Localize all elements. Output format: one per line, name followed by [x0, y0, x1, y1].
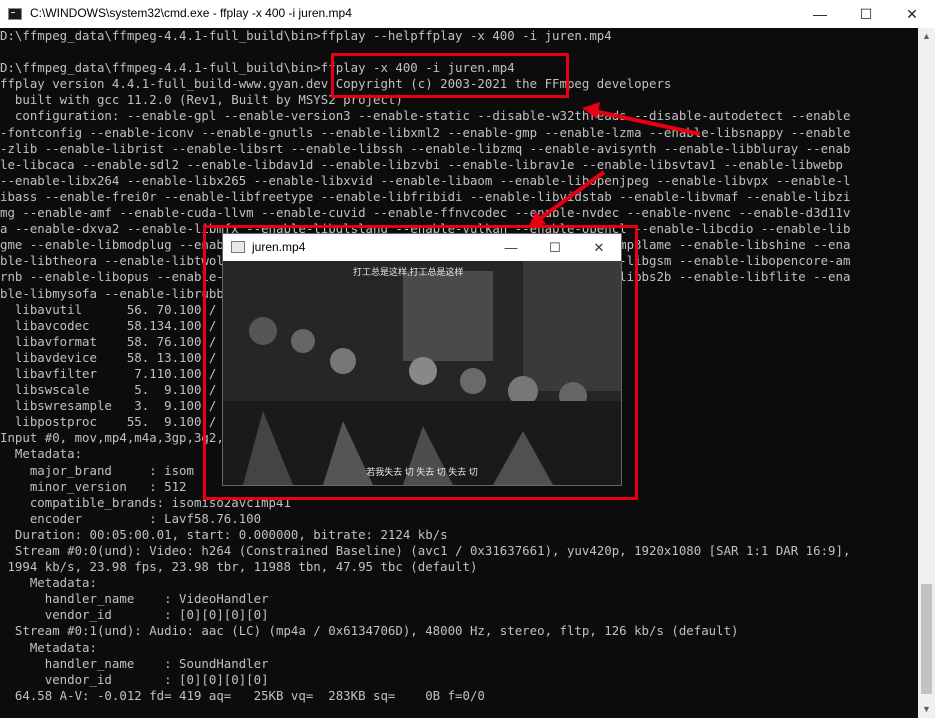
console-line: Metadata:	[0, 575, 97, 591]
title-bar: C:\WINDOWS\system32\cmd.exe - ffplay -x …	[0, 0, 935, 28]
scroll-down-arrow-icon[interactable]: ▼	[918, 701, 935, 718]
console-line: 1994 kb/s, 23.98 fps, 23.98 tbr, 11988 t…	[0, 559, 478, 575]
console-line: le-libcaca --enable-sdl2 --enable-libdav…	[0, 156, 843, 172]
cmd-icon	[8, 8, 22, 20]
scroll-up-arrow-icon[interactable]: ▲	[918, 28, 935, 45]
console-line: Stream #0:1(und): Audio: aac (LC) (mp4a …	[0, 623, 739, 639]
vertical-scrollbar[interactable]: ▲ ▼	[918, 28, 935, 718]
ffplay-window-highlight-box	[203, 225, 638, 500]
console-line: Metadata:	[0, 639, 97, 655]
console-line: handler_name : VideoHandler	[0, 591, 269, 607]
close-button[interactable]: ✕	[889, 0, 935, 28]
console-line: ibass --enable-frei0r --enable-libfreety…	[0, 188, 851, 204]
window-title: C:\WINDOWS\system32\cmd.exe - ffplay -x …	[30, 6, 352, 20]
minimize-button[interactable]: —	[797, 0, 843, 28]
console-line: handler_name : SoundHandler	[0, 655, 269, 671]
command-highlight-box	[331, 53, 569, 98]
console-line: mg --enable-amf --enable-cuda-llvm --ena…	[0, 205, 851, 221]
console-line: vendor_id : [0][0][0][0]	[0, 607, 269, 623]
console-line: Duration: 00:05:00.01, start: 0.000000, …	[0, 526, 448, 542]
console-line: -fontconfig --enable-iconv --enable-gnut…	[0, 124, 851, 140]
console-line: vendor_id : [0][0][0][0]	[0, 671, 269, 687]
console-line: configuration: --enable-gpl --enable-ver…	[0, 108, 851, 124]
console-line: encoder : Lavf58.76.100	[0, 510, 262, 526]
console-line: -zlib --enable-librist --enable-libsrt -…	[0, 140, 851, 156]
console-line: 64.58 A-V: -0.012 fd= 419 aq= 25KB vq= 2…	[0, 687, 485, 703]
console-line: --enable-libx264 --enable-libx265 --enab…	[0, 172, 851, 188]
console-line: Stream #0:0(und): Video: h264 (Constrain…	[0, 543, 851, 558]
maximize-button[interactable]: ☐	[843, 0, 889, 28]
scrollbar-thumb[interactable]	[921, 584, 932, 694]
console-line: D:\ffmpeg_data\ffmpeg-4.4.1-full_build\b…	[0, 28, 612, 43]
